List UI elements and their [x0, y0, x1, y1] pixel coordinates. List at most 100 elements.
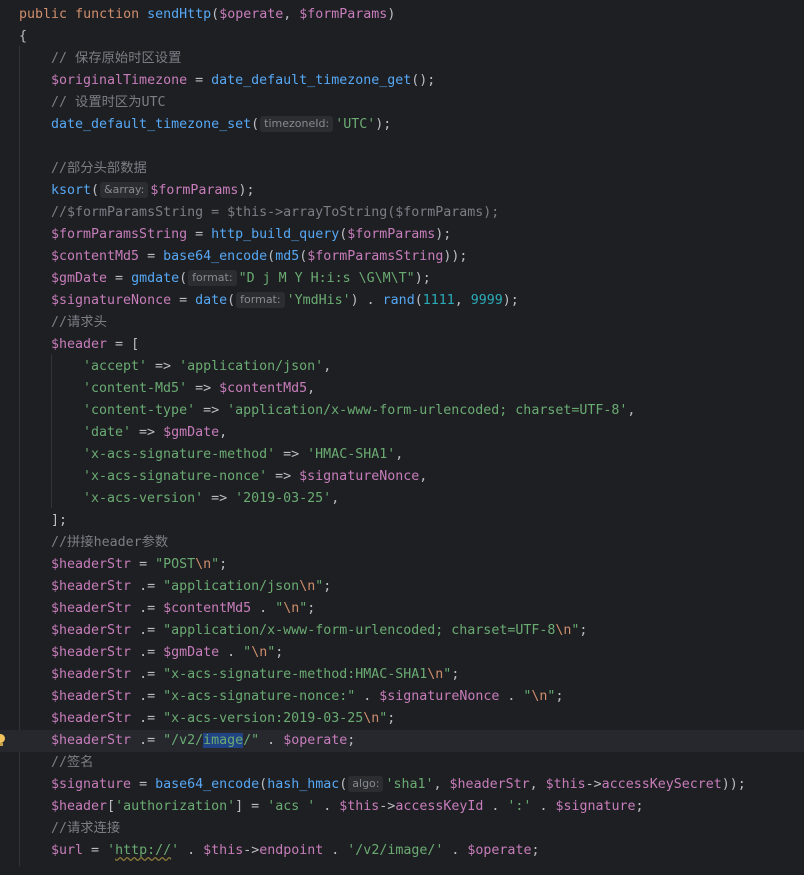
punct: ) — [387, 7, 396, 22]
comment: //$formParamsString = $this->arrayToStri… — [51, 205, 500, 220]
code-line-16[interactable]: $header = [ — [0, 334, 804, 356]
operator: . — [323, 843, 348, 858]
string: "/v2/ — [163, 733, 204, 748]
punct: )); — [443, 249, 468, 264]
punct: ); — [502, 293, 519, 308]
operator: . — [259, 733, 284, 748]
operator: . — [531, 799, 556, 814]
operator: = — [107, 271, 132, 286]
code-line-2[interactable]: { — [0, 26, 804, 48]
array-key: 'x-acs-signature-nonce' — [83, 469, 268, 484]
variable: $contentMd5 — [51, 249, 140, 264]
punct: , — [529, 777, 546, 792]
code-editor[interactable]: public function sendHttp($operate, $form… — [0, 0, 804, 875]
variable: $gmDate — [163, 645, 220, 660]
function-call: hash_hmac — [267, 777, 340, 792]
code-line-12[interactable]: $contentMd5 = base64_encode(md5($formPar… — [0, 246, 804, 268]
variable: $url — [51, 843, 84, 858]
operator: => — [147, 359, 180, 374]
punct: ; — [451, 667, 460, 682]
escape-sequence: \n — [195, 557, 212, 572]
code-line-28[interactable]: $headerStr .= $contentMd5 . "\n"; — [0, 598, 804, 620]
variable: $headerStr — [449, 777, 530, 792]
code-line-21[interactable]: 'x-acs-signature-method' => 'HMAC-SHA1', — [0, 444, 804, 466]
string: 'YmdHis' — [286, 293, 351, 308]
punct: ( — [179, 271, 188, 286]
code-line-13[interactable]: $gmDate = gmdate(format: "D j M Y H:i:s \… — [0, 268, 804, 290]
number: 1111 — [422, 293, 455, 308]
function-call: md5 — [275, 249, 300, 264]
variable: $originalTimezone — [51, 73, 188, 88]
code-line-26[interactable]: $headerStr = "POST\n"; — [0, 554, 804, 576]
brace: { — [19, 29, 28, 44]
operator: .= — [131, 733, 164, 748]
code-line-38[interactable]: //请求连接 — [0, 818, 804, 840]
variable: $this — [203, 843, 244, 858]
variable: $formParamsString — [51, 227, 188, 242]
code-line-35[interactable]: //签名 — [0, 752, 804, 774]
punct: , — [219, 425, 228, 440]
operator: .= — [131, 711, 164, 726]
comment: //签名 — [51, 755, 94, 770]
code-line-29[interactable]: $headerStr .= "application/x-www-form-ur… — [0, 620, 804, 642]
variable: $operate — [219, 7, 284, 22]
punct: ( — [211, 7, 220, 22]
text-selection[interactable]: image — [203, 733, 244, 748]
code-line-36[interactable]: $signature = base64_encode(hash_hmac(alg… — [0, 774, 804, 796]
code-line-27[interactable]: $headerStr .= "application/json\n"; — [0, 576, 804, 598]
code-line-18[interactable]: 'content-Md5' => $contentMd5, — [0, 378, 804, 400]
variable: $formParams — [150, 183, 239, 198]
punct: ; — [531, 843, 540, 858]
code-line-5[interactable]: // 设置时区为UTC — [0, 92, 804, 114]
code-line-34-current[interactable]: $headerStr .= "/v2/image/" . $operate; — [0, 730, 804, 752]
code-line-15[interactable]: //请求头 — [0, 312, 804, 334]
code-line-10[interactable]: //$formParamsString = $this->arrayToStri… — [0, 202, 804, 224]
punct: ); — [435, 227, 452, 242]
code-line-4[interactable]: $originalTimezone = date_default_timezon… — [0, 70, 804, 92]
punct: ) . — [350, 293, 383, 308]
code-line-22[interactable]: 'x-acs-signature-nonce' => $signatureNon… — [0, 466, 804, 488]
operator: => — [131, 425, 164, 440]
lightbulb-icon[interactable] — [0, 734, 6, 748]
string: "D j M Y H:i:s \G\M\T" — [238, 271, 415, 286]
code-line-3[interactable]: // 保存原始时区设置 — [0, 48, 804, 70]
code-line-33[interactable]: $headerStr .= "x-acs-version:2019-03-25\… — [0, 708, 804, 730]
variable: $header — [51, 337, 108, 352]
code-line-6[interactable]: date_default_timezone_set(timezoneId: 'UT… — [0, 114, 804, 136]
operator: = — [171, 293, 196, 308]
punct: , — [323, 359, 332, 374]
code-line-31[interactable]: $headerStr .= "x-acs-signature-method:HM… — [0, 664, 804, 686]
code-line-11[interactable]: $formParamsString = http_build_query($fo… — [0, 224, 804, 246]
code-line-37[interactable]: $header['authorization'] = 'acs ' . $thi… — [0, 796, 804, 818]
variable: $headerStr — [51, 667, 132, 682]
code-line-20[interactable]: 'date' => $gmDate, — [0, 422, 804, 444]
code-line-17[interactable]: 'accept' => 'application/json', — [0, 356, 804, 378]
code-line-25[interactable]: //拼接header参数 — [0, 532, 804, 554]
escape-sequence: \n — [555, 623, 572, 638]
operator: . — [179, 843, 204, 858]
variable: $headerStr — [51, 623, 132, 638]
code-line-14[interactable]: $signatureNonce = date(format: 'YmdHis') … — [0, 290, 804, 312]
function-call: base64_encode — [155, 777, 260, 792]
variable: $formParamsString — [307, 249, 444, 264]
string: 'authorization' — [115, 799, 236, 814]
string: 'HMAC-SHA1' — [307, 447, 396, 462]
function-call: rand — [382, 293, 415, 308]
code-line-1[interactable]: public function sendHttp($operate, $form… — [0, 4, 804, 26]
code-line-39[interactable]: $url = 'http://' . $this->endpoint . '/v… — [0, 840, 804, 862]
code-line-19[interactable]: 'content-type' => 'application/x-www-for… — [0, 400, 804, 422]
array-key: 'date' — [83, 425, 132, 440]
code-line-23[interactable]: 'x-acs-version' => '2019-03-25', — [0, 488, 804, 510]
variable: $signature — [51, 777, 132, 792]
operator: .= — [131, 667, 164, 682]
code-line-9[interactable]: ksort(&array: $formParams); — [0, 180, 804, 202]
punct: ; — [219, 557, 228, 572]
code-line-8[interactable]: //部分头部数据 — [0, 158, 804, 180]
array-key: 'x-acs-version' — [83, 491, 204, 506]
arrow: -> — [379, 799, 396, 814]
code-line-32[interactable]: $headerStr .= "x-acs-signature-nonce:" .… — [0, 686, 804, 708]
operator: .= — [131, 579, 164, 594]
code-line-30[interactable]: $headerStr .= $gmDate . "\n"; — [0, 642, 804, 664]
code-line-24[interactable]: ]; — [0, 510, 804, 532]
parameter-hint: &array: — [100, 182, 149, 198]
